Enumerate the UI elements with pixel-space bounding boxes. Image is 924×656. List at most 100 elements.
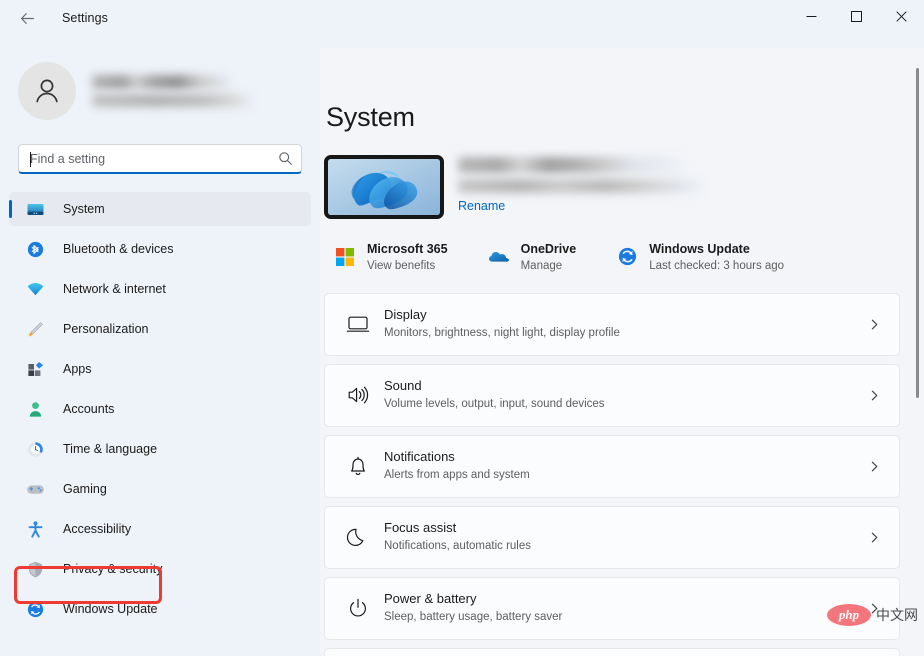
quick-link-text: Microsoft 365 View benefits	[367, 240, 448, 274]
page-title: System	[326, 102, 415, 132]
search-input[interactable]	[30, 151, 278, 166]
card-title: Display	[384, 307, 427, 323]
sidebar-item-label: Personalization	[63, 322, 149, 336]
settings-card-sound[interactable]: Sound Volume levels, output, input, soun…	[324, 363, 900, 427]
avatar	[18, 62, 76, 120]
chevron-right-icon	[863, 526, 885, 548]
sidebar-item-gaming[interactable]: Gaming	[9, 472, 311, 506]
sidebar: System Bluetooth & devices	[0, 48, 320, 656]
settings-card-partial-next[interactable]	[324, 647, 900, 656]
card-title: Notifications	[384, 449, 455, 465]
bluetooth-icon	[25, 239, 45, 259]
sidebar-item-network-internet[interactable]: Network & internet	[9, 272, 311, 306]
close-icon	[896, 11, 907, 22]
title-bar-left: Settings	[0, 0, 108, 36]
paintbrush-icon	[25, 319, 45, 339]
card-text: Display Monitors, brightness, night ligh…	[384, 307, 863, 341]
microsoft-logo-icon	[334, 246, 356, 268]
bell-icon	[345, 453, 371, 479]
settings-card-power-battery[interactable]: Power & battery Sleep, battery usage, ba…	[324, 576, 900, 640]
apps-grid-icon	[25, 359, 45, 379]
shield-icon	[25, 559, 45, 579]
sidebar-item-accounts[interactable]: Accounts	[9, 392, 311, 426]
update-sync-icon	[616, 246, 638, 268]
quick-link-microsoft-365[interactable]: Microsoft 365 View benefits	[328, 237, 454, 277]
windows11-bloom-wallpaper	[324, 155, 444, 219]
quick-link-subtitle: Last checked: 3 hours ago	[649, 260, 785, 272]
quick-link-text: OneDrive Manage	[521, 240, 577, 274]
wifi-icon	[25, 279, 45, 299]
card-text: Notifications Alerts from apps and syste…	[384, 449, 863, 483]
card-title: Focus assist	[384, 520, 457, 536]
card-text: Power & battery Sleep, battery usage, ba…	[384, 591, 863, 625]
rename-link[interactable]: Rename	[458, 199, 505, 213]
quick-link-title: OneDrive	[520, 242, 577, 256]
chevron-right-icon	[863, 455, 885, 477]
settings-card-display[interactable]: Display Monitors, brightness, night ligh…	[324, 292, 900, 356]
speaker-icon	[345, 382, 371, 408]
sidebar-item-label: Network & internet	[63, 282, 166, 296]
maximize-icon	[851, 11, 862, 22]
sidebar-item-privacy-security[interactable]: Privacy & security	[9, 552, 311, 586]
back-arrow-icon	[20, 12, 34, 24]
device-name-blur-line-1	[458, 157, 683, 173]
maximize-button[interactable]	[834, 0, 879, 33]
user-name-blur-line-1	[92, 75, 230, 89]
quick-link-onedrive[interactable]: OneDrive Manage	[482, 237, 583, 277]
card-subtitle: Alerts from apps and system	[384, 469, 530, 482]
clock-icon	[25, 439, 45, 459]
sidebar-item-personalization[interactable]: Personalization	[9, 312, 311, 346]
sidebar-item-bluetooth-devices[interactable]: Bluetooth & devices	[9, 232, 311, 266]
quick-link-subtitle: Manage	[520, 260, 563, 272]
quick-link-subtitle: View benefits	[367, 260, 436, 272]
card-title: Power & battery	[384, 591, 477, 607]
title-bar: Settings	[0, 0, 924, 48]
search-box[interactable]	[18, 144, 302, 174]
settings-cards: Display Monitors, brightness, night ligh…	[324, 292, 900, 656]
card-subtitle: Sleep, battery usage, battery saver	[384, 611, 563, 624]
moon-icon	[345, 524, 371, 550]
sidebar-item-apps[interactable]: Apps	[9, 352, 311, 386]
accessibility-person-icon	[25, 519, 45, 539]
monitor-icon	[25, 199, 45, 219]
sidebar-item-label: Accounts	[63, 402, 115, 416]
settings-card-focus-assist[interactable]: Focus assist Notifications, automatic ru…	[324, 505, 900, 569]
minimize-button[interactable]	[789, 0, 834, 33]
main-scrollbar[interactable]	[916, 68, 919, 640]
update-sync-icon	[25, 599, 45, 619]
main-inner: System Rename Microsoft 365 View benefit…	[324, 102, 900, 656]
window-body: System Bluetooth & devices	[0, 48, 924, 656]
settings-window: Settings Find a setting System Bluetooth…	[0, 0, 924, 656]
sidebar-nav: System Bluetooth & devices Network & int…	[0, 192, 320, 626]
device-name-block: Rename	[458, 155, 900, 215]
card-subtitle: Volume levels, output, input, sound devi…	[384, 398, 605, 411]
close-button[interactable]	[879, 0, 924, 33]
minimize-icon	[806, 16, 817, 17]
back-button[interactable]	[10, 3, 44, 33]
display-monitor-icon	[345, 311, 371, 337]
sidebar-item-label: Apps	[63, 362, 92, 376]
window-title: Settings	[62, 11, 108, 25]
sidebar-item-system[interactable]: System	[9, 192, 311, 226]
sidebar-item-accessibility[interactable]: Accessibility	[9, 512, 311, 546]
chevron-right-icon	[863, 313, 885, 335]
window-controls	[789, 0, 924, 33]
quick-link-text: Windows Update Last checked: 3 hours ago	[649, 240, 784, 274]
sidebar-item-windows-update[interactable]: Windows Update	[9, 592, 311, 626]
card-title: Sound	[384, 378, 422, 394]
gamepad-icon	[25, 479, 45, 499]
scrollbar-thumb[interactable]	[916, 68, 919, 398]
quick-link-windows-update[interactable]: Windows Update Last checked: 3 hours ago	[610, 237, 790, 277]
quick-links-row: Microsoft 365 View benefits OneDrive Man…	[324, 237, 900, 277]
sidebar-item-time-language[interactable]: Time & language	[9, 432, 311, 466]
settings-card-notifications[interactable]: Notifications Alerts from apps and syste…	[324, 434, 900, 498]
card-text: Sound Volume levels, output, input, soun…	[384, 378, 863, 412]
main-content: System Rename Microsoft 365 View benefit…	[320, 48, 924, 656]
user-profile[interactable]	[18, 60, 320, 122]
sidebar-item-label: Bluetooth & devices	[63, 242, 174, 256]
device-summary: Rename	[324, 155, 900, 219]
quick-link-title: Windows Update	[649, 242, 750, 256]
user-name-redacted	[92, 75, 257, 107]
onedrive-cloud-icon	[488, 246, 510, 268]
person-icon	[25, 399, 45, 419]
